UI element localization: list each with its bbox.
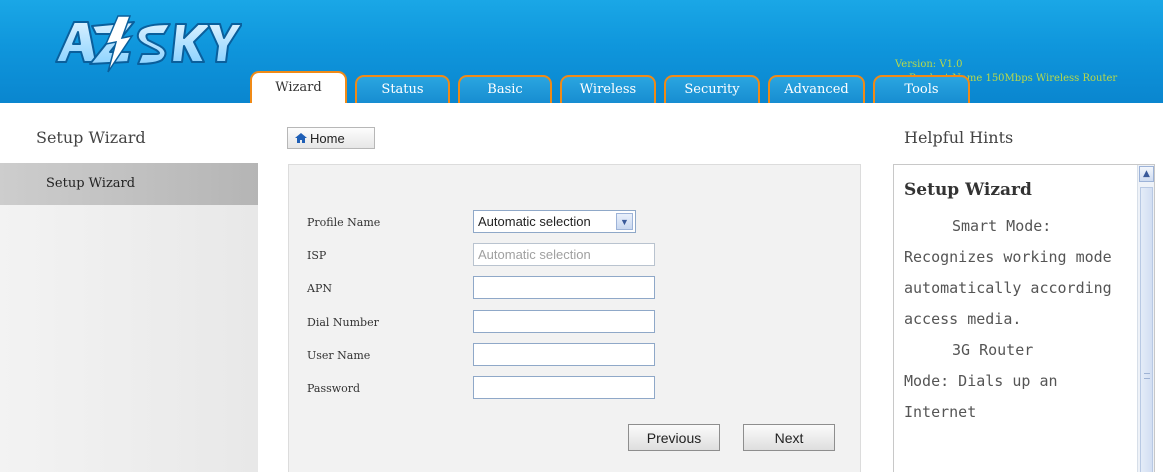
profile-name-select[interactable]: Automatic selection ▼: [473, 210, 636, 233]
setup-form-panel: Profile Name Automatic selection ▼ ISP A…: [288, 164, 861, 472]
user-name-label: User Name: [307, 349, 371, 362]
home-button[interactable]: Home: [287, 127, 375, 149]
hints-scrollbar[interactable]: ▲: [1137, 165, 1154, 472]
tab-tools[interactable]: Tools: [873, 75, 970, 103]
azsky-logo-icon: [55, 15, 242, 73]
next-button[interactable]: Next: [743, 424, 835, 451]
isp-label: ISP: [307, 249, 327, 262]
hints-content: Setup Wizard Smart Mode: Recognizes work…: [904, 175, 1134, 428]
sidebar-title: Setup Wizard: [36, 128, 146, 147]
password-label: Password: [307, 382, 361, 395]
scroll-up-icon[interactable]: ▲: [1139, 166, 1154, 182]
scroll-grip-icon: [1144, 373, 1150, 379]
tab-basic[interactable]: Basic: [458, 75, 552, 103]
hints-panel: Setup Wizard Smart Mode: Recognizes work…: [893, 164, 1155, 472]
smart-mode-label: Smart Mode:: [952, 217, 1052, 235]
profile-name-value: Automatic selection: [478, 214, 591, 229]
home-icon: [295, 133, 307, 143]
hints-body: Smart Mode: Recognizes working mode auto…: [904, 211, 1134, 428]
chevron-down-icon[interactable]: ▼: [616, 213, 633, 230]
sidebar: Setup Wizard: [0, 163, 258, 472]
apn-input[interactable]: [473, 276, 655, 299]
router-mode-label: 3G Router: [952, 341, 1034, 359]
previous-button[interactable]: Previous: [628, 424, 720, 451]
hints-title: Helpful Hints: [904, 128, 1014, 147]
version-text: Version: V1.0: [895, 59, 963, 70]
tab-advanced[interactable]: Advanced: [768, 75, 865, 103]
profile-name-label: Profile Name: [307, 216, 381, 229]
dial-number-input[interactable]: [473, 310, 655, 333]
router-mode-text: Mode: Dials up an Internet: [904, 372, 1058, 421]
main-tabs: Wizard Status Basic Wireless Security Ad…: [250, 71, 978, 103]
dial-number-label: Dial Number: [307, 316, 379, 329]
smart-mode-text: Recognizes working mode automatically ac…: [904, 248, 1112, 328]
tab-status[interactable]: Status: [355, 75, 450, 103]
tab-security[interactable]: Security: [664, 75, 760, 103]
hints-heading: Setup Wizard: [904, 180, 1032, 200]
tab-wireless[interactable]: Wireless: [560, 75, 656, 103]
scroll-thumb[interactable]: [1140, 187, 1153, 472]
logo: [52, 14, 242, 76]
header: Version: V1.0 Product Name 150Mbps Wirel…: [0, 0, 1163, 103]
sidebar-item-setup-wizard[interactable]: Setup Wizard: [0, 163, 258, 205]
isp-input[interactable]: [473, 243, 655, 266]
home-button-label: Home: [310, 130, 345, 146]
tab-wizard[interactable]: Wizard: [250, 71, 347, 103]
user-name-input[interactable]: [473, 343, 655, 366]
password-input[interactable]: [473, 376, 655, 399]
apn-label: APN: [307, 282, 332, 295]
